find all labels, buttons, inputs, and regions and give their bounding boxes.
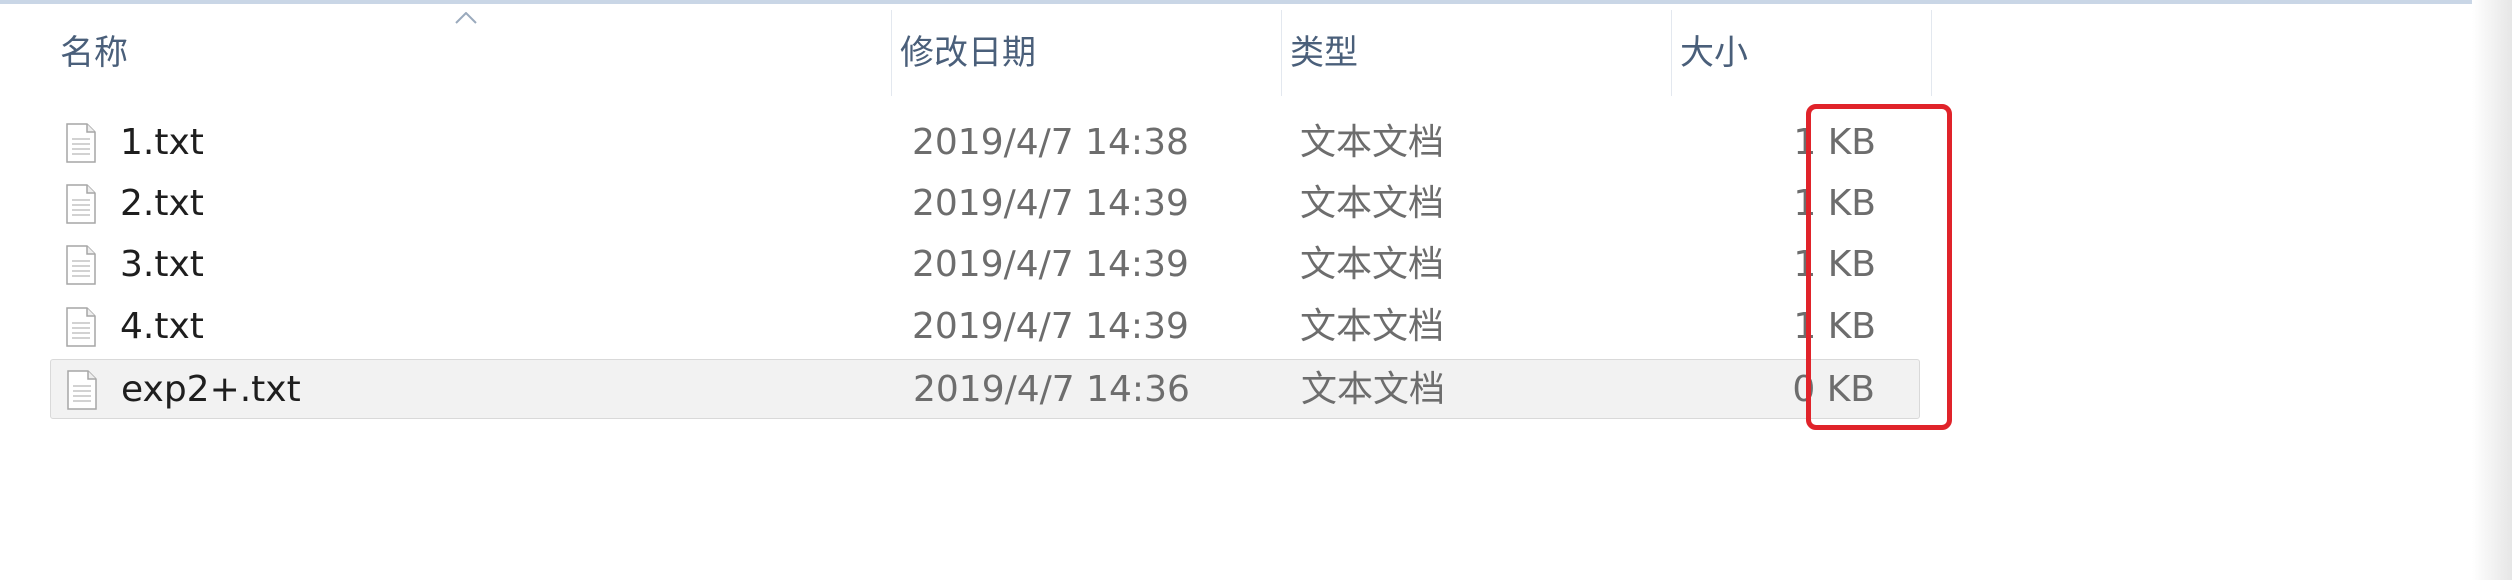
file-name: 4.txt — [120, 306, 204, 347]
file-modified-date: 2019/4/7 14:39 — [912, 183, 1189, 224]
column-header: 名称 修改日期 类型 大小 — [0, 10, 1932, 96]
file-modified-date: 2019/4/7 14:39 — [912, 244, 1189, 285]
file-type: 文本文档 — [1300, 306, 1445, 347]
file-type: 文本文档 — [1300, 122, 1445, 163]
size-highlight-box — [1806, 104, 1952, 430]
text-file-icon — [67, 370, 97, 410]
file-row[interactable]: 4.txt 2019/4/7 14:39 文本文档 1 KB — [50, 297, 1920, 357]
column-header-type[interactable]: 类型 — [1282, 10, 1672, 96]
text-file-icon — [66, 184, 96, 224]
scroll-edge-shadow — [2472, 0, 2512, 580]
column-header-modified[interactable]: 修改日期 — [892, 10, 1282, 96]
file-name: 1.txt — [120, 122, 204, 163]
file-row[interactable]: 1.txt 2019/4/7 14:38 文本文档 1 KB — [50, 113, 1920, 173]
file-row-selected[interactable]: exp2+.txt 2019/4/7 14:36 文本文档 0 KB — [50, 359, 1920, 419]
file-row[interactable]: 3.txt 2019/4/7 14:39 文本文档 1 KB — [50, 235, 1920, 295]
file-modified-date: 2019/4/7 14:38 — [912, 122, 1189, 163]
file-modified-date: 2019/4/7 14:39 — [912, 306, 1189, 347]
file-type: 文本文档 — [1300, 244, 1445, 285]
file-modified-date: 2019/4/7 14:36 — [913, 369, 1190, 410]
column-header-name[interactable]: 名称 — [52, 10, 892, 96]
file-type: 文本文档 — [1300, 183, 1445, 224]
file-type: 文本文档 — [1301, 369, 1446, 410]
text-file-icon — [66, 245, 96, 285]
file-name: exp2+.txt — [121, 369, 301, 410]
column-header-size[interactable]: 大小 — [1672, 10, 1932, 96]
text-file-icon — [66, 307, 96, 347]
text-file-icon — [66, 123, 96, 163]
window-top-border — [0, 0, 2512, 4]
file-name: 2.txt — [120, 183, 204, 224]
file-name: 3.txt — [120, 244, 204, 285]
file-row[interactable]: 2.txt 2019/4/7 14:39 文本文档 1 KB — [50, 174, 1920, 234]
